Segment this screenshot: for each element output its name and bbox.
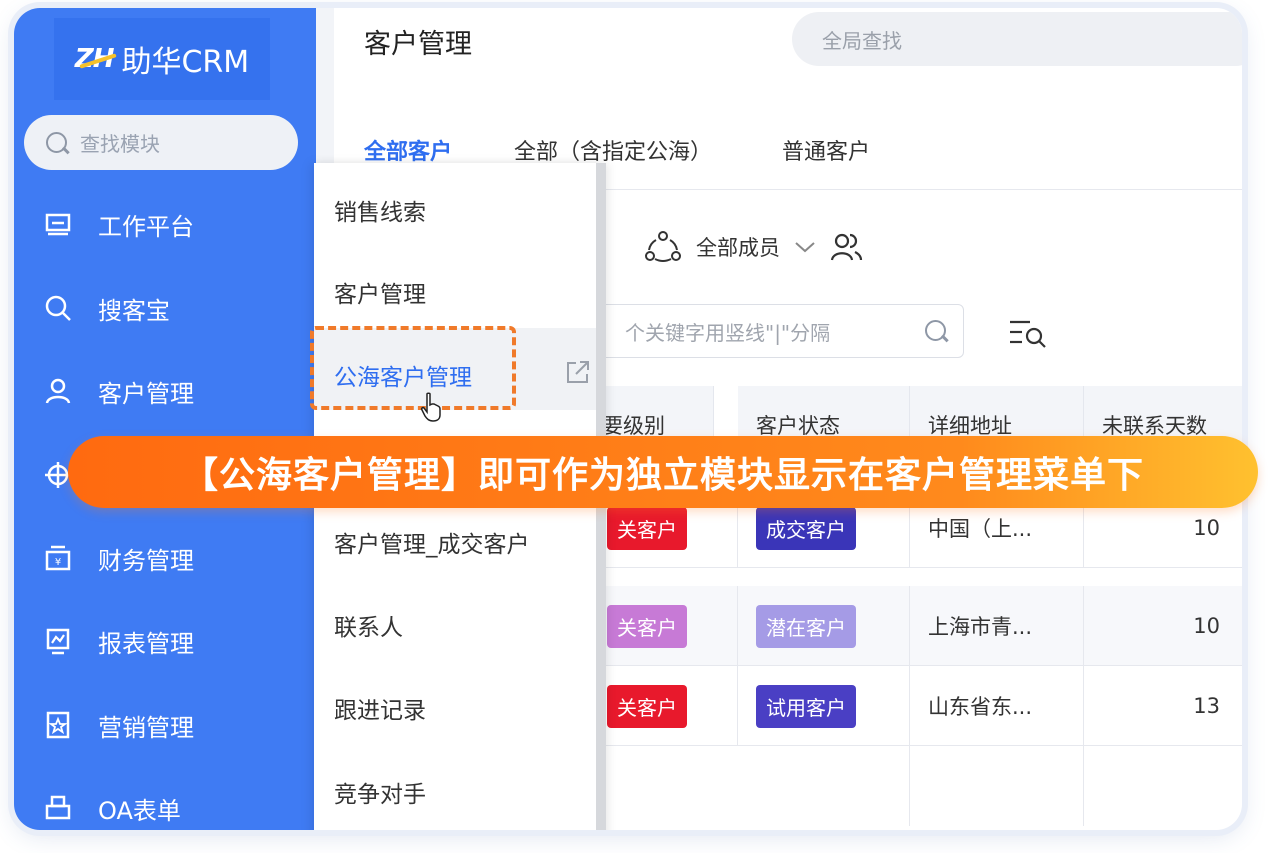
- tab-all-customers[interactable]: 全部客户: [364, 134, 453, 190]
- external-link-icon[interactable]: [564, 358, 592, 386]
- module-search-input[interactable]: 查找模块: [24, 115, 298, 170]
- search-icon: [44, 130, 70, 156]
- sidebar-item-finance[interactable]: ¥ 财务管理: [42, 538, 194, 578]
- submenu-item-closed-customers[interactable]: 客户管理_成交客户: [334, 525, 530, 559]
- submenu-item-customer-mgmt[interactable]: 客户管理: [334, 275, 426, 309]
- sidebar-item-label: OA表单: [98, 796, 181, 825]
- sidebar-item-marketing[interactable]: 营销管理: [42, 705, 194, 745]
- monitor-icon: [42, 208, 74, 240]
- days-cell: 10: [1193, 516, 1220, 540]
- status-badge: 试用客户: [756, 684, 856, 728]
- days-cell: 13: [1193, 694, 1220, 718]
- submenu-item-contacts[interactable]: 联系人: [334, 608, 403, 642]
- sidebar-item-reports[interactable]: 报表管理: [42, 621, 194, 661]
- address-cell: 山东省东...: [928, 695, 1033, 719]
- member-filter[interactable]: 全部成员: [644, 230, 864, 264]
- search-icon: [42, 292, 74, 324]
- level-badge: 关客户: [607, 684, 687, 728]
- keyword-search-placeholder: 个关键字用竖线"|"分隔: [625, 320, 831, 345]
- search-icon[interactable]: [923, 318, 949, 344]
- star-bookmark-icon: [42, 709, 74, 741]
- logo-text: 助华CRM: [121, 45, 250, 80]
- sidebar: ZH 助华CRM 查找模块 工作平台 搜客宝 客户管理 ¥ 财务管理 报表管理 …: [14, 8, 316, 830]
- hand-cursor-icon: [421, 392, 441, 422]
- submenu-item-leads[interactable]: 销售线索: [334, 193, 426, 227]
- sidebar-item-workbench[interactable]: 工作平台: [42, 204, 194, 244]
- highlight-dashed-box: [310, 326, 516, 410]
- table-row-empty: [584, 746, 1242, 826]
- tab-all-incl-pool[interactable]: 全部（含指定公海）: [514, 134, 712, 166]
- user-icon: [42, 375, 74, 407]
- keyword-search-input[interactable]: 个关键字用竖线"|"分隔: [584, 304, 964, 358]
- logo: ZH 助华CRM: [54, 18, 270, 100]
- days-cell: 10: [1193, 614, 1220, 638]
- logo-mark: ZH: [74, 44, 115, 74]
- sidebar-item-label: 营销管理: [98, 713, 194, 742]
- member-filter-label: 全部成员: [696, 236, 780, 260]
- level-badge: 关客户: [607, 506, 687, 550]
- tab-regular-customers[interactable]: 普通客户: [782, 134, 870, 166]
- members-icon[interactable]: [830, 231, 864, 263]
- svg-text:¥: ¥: [55, 557, 61, 568]
- sidebar-item-soukebao[interactable]: 搜客宝: [42, 288, 170, 328]
- sidebar-item-oa-forms[interactable]: OA表单: [42, 788, 181, 828]
- global-search-input[interactable]: 全局查找: [792, 12, 1242, 66]
- chart-icon: [42, 625, 74, 657]
- status-badge: 成交客户: [756, 506, 856, 550]
- status-badge: 潜在客户: [756, 604, 856, 648]
- sidebar-item-customers[interactable]: 客户管理: [42, 371, 194, 411]
- table-row[interactable]: 关客户 潜在客户 上海市青... 10: [584, 586, 1242, 666]
- announcement-banner: 【公海客户管理】即可作为独立模块显示在客户管理菜单下: [68, 436, 1258, 508]
- submenu-item-competitors[interactable]: 竞争对手: [334, 775, 426, 809]
- global-search-placeholder: 全局查找: [822, 28, 902, 53]
- top-bar: 客户管理 全局查找: [334, 8, 1242, 114]
- level-badge: 关客户: [607, 604, 687, 648]
- app-window: ZH 助华CRM 查找模块 工作平台 搜客宝 客户管理 ¥ 财务管理 报表管理 …: [14, 8, 1242, 830]
- sidebar-item-label: 工作平台: [98, 212, 194, 241]
- printer-icon: [42, 792, 74, 824]
- sidebar-item-label: 搜客宝: [98, 296, 170, 325]
- banner-text: 【公海客户管理】即可作为独立模块显示在客户管理菜单下: [181, 455, 1144, 496]
- page-title: 客户管理: [364, 29, 472, 60]
- advanced-filter-icon[interactable]: [1008, 316, 1048, 350]
- address-cell: 中国（上...: [928, 517, 1033, 541]
- module-search-placeholder: 查找模块: [80, 132, 160, 156]
- team-share-icon: [645, 231, 681, 262]
- table-row[interactable]: 关客户 试用客户 山东省东... 13: [584, 666, 1242, 746]
- wallet-icon: ¥: [42, 542, 74, 574]
- sidebar-item-label: 财务管理: [98, 546, 194, 575]
- sidebar-item-label: 客户管理: [98, 379, 194, 408]
- submenu-item-follow-ups[interactable]: 跟进记录: [334, 691, 426, 725]
- chevron-down-icon: [795, 242, 815, 253]
- sidebar-item-label: 报表管理: [98, 629, 194, 658]
- address-cell: 上海市青...: [928, 615, 1033, 639]
